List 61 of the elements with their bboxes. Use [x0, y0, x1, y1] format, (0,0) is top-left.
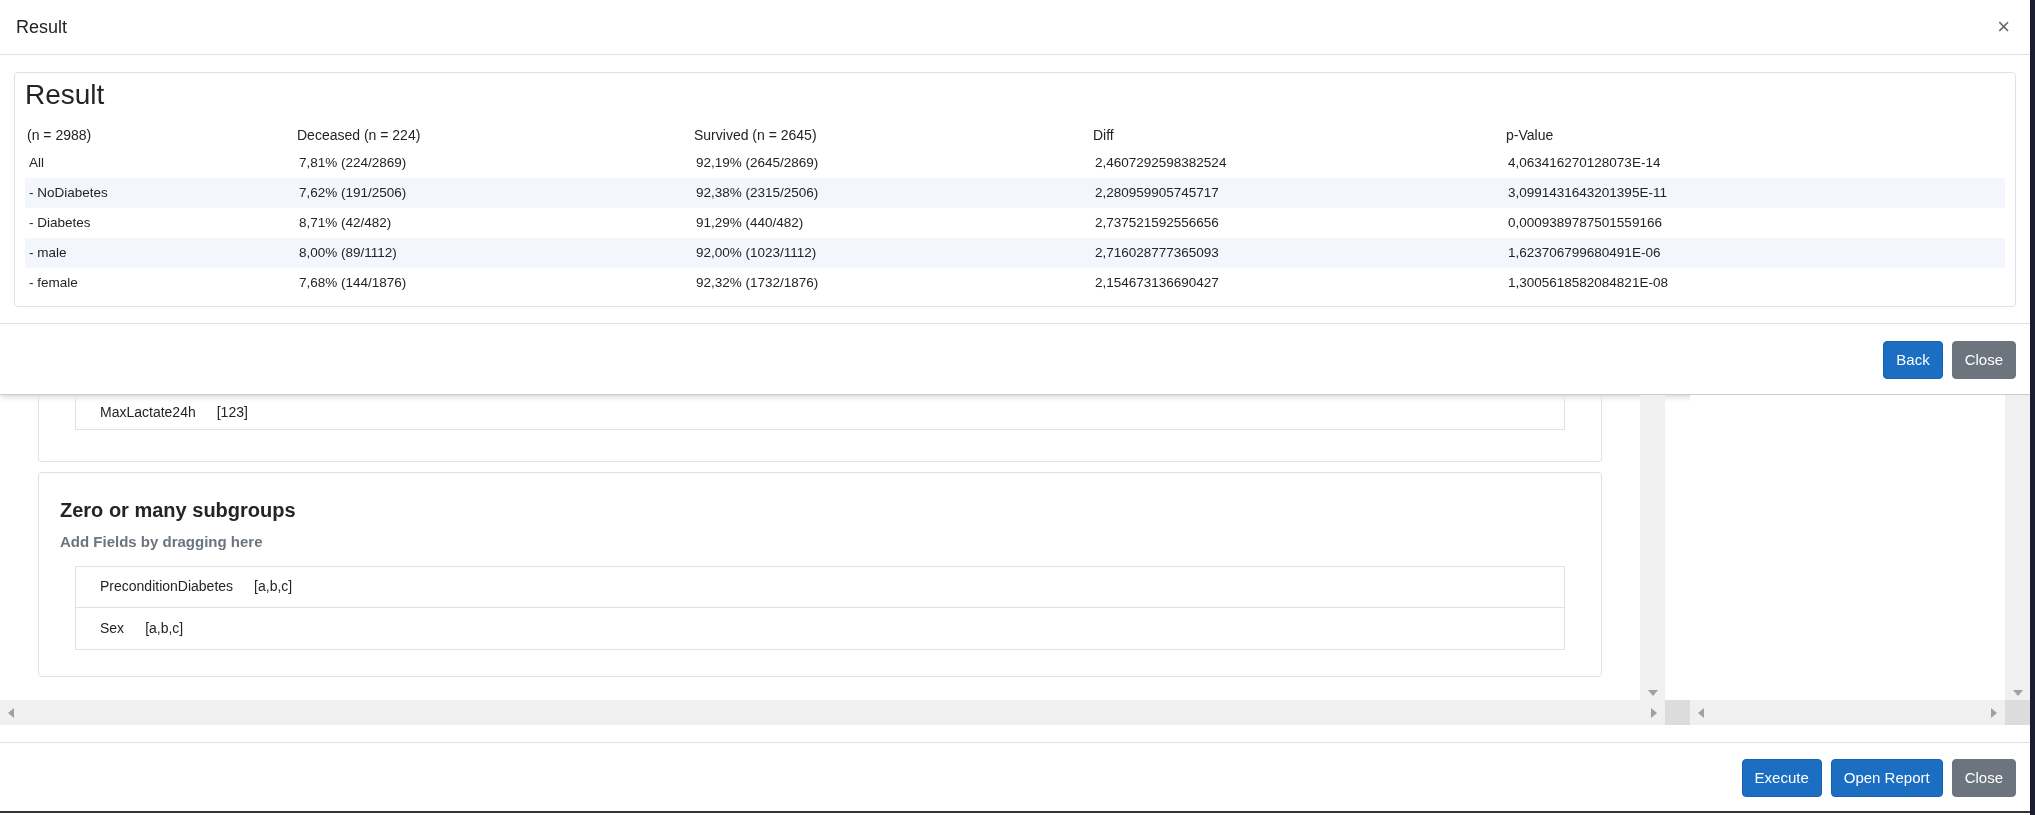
table-cell-text: 91,29% (440/482) [695, 213, 805, 232]
table-cell-text: 92,32% (1732/1876) [695, 273, 820, 292]
column-header: Survived (n = 2645) [693, 125, 818, 145]
table-cell-text: 2,4607292598382524 [1094, 153, 1228, 172]
field-type: [123] [216, 402, 248, 422]
table-cell-text: 0,0009389787501559166 [1507, 213, 1663, 232]
scroll-right-icon[interactable] [1991, 707, 1997, 718]
scrollbar-corner [2005, 700, 2030, 725]
column-header: Deceased (n = 224) [296, 125, 422, 145]
column-header: p-Value [1505, 125, 1555, 145]
action-button[interactable]: Open Report [1830, 759, 1943, 797]
horizontal-scrollbar[interactable] [1690, 700, 2005, 725]
field-item[interactable]: PreconditionDiabetes [a,b,c] [75, 565, 1565, 608]
result-heading: Result [25, 78, 106, 112]
table-cell-text: - Diabetes [28, 213, 92, 232]
table-cell-text: 8,71% (42/482) [298, 213, 393, 232]
scroll-down-icon[interactable] [1647, 690, 1658, 696]
scroll-left-icon[interactable] [1698, 707, 1704, 718]
table-cell-text: 1,623706799680491E-06 [1507, 243, 1662, 262]
table-cell-text: 2,280959905745717 [1094, 183, 1220, 202]
vertical-scrollbar[interactable] [2005, 395, 2030, 700]
field-type: [a,b,c] [254, 577, 293, 596]
field-name: MaxLactate24h [100, 402, 196, 422]
table-cell-text: 92,38% (2315/2506) [695, 183, 820, 202]
scroll-right-icon[interactable] [1651, 707, 1657, 718]
field-name: Sex [100, 618, 125, 638]
horizontal-scrollbar[interactable] [0, 700, 1665, 725]
table-cell-text: 92,00% (1023/1112) [695, 243, 818, 262]
table-cell-text: 2,716028777365093 [1094, 243, 1220, 262]
table-cell-text: - female [28, 273, 79, 292]
column-header: (n = 2988) [26, 125, 93, 145]
table-cell-text: 4,063416270128073E-14 [1507, 153, 1662, 172]
close-button[interactable]: × [1993, 16, 2014, 38]
section-title: Zero or many subgroups [60, 498, 297, 523]
table-cell-text: 1,3005618582084821E-08 [1507, 273, 1669, 292]
table-cell-text: 7,62% (191/2506) [298, 183, 408, 202]
table-cell-text: All [28, 153, 45, 172]
scrollbar-corner [1665, 700, 1690, 725]
table-cell-text: - male [28, 243, 68, 262]
scroll-left-icon[interactable] [8, 707, 14, 718]
action-button[interactable]: Execute [1741, 759, 1822, 797]
table-cell-text: 92,19% (2645/2869) [695, 153, 820, 172]
field-item[interactable]: MaxLactate24h [123] [75, 395, 1565, 430]
hint-text: Add Fields by dragging here [60, 532, 264, 552]
field-name: PreconditionDiabetes [100, 577, 234, 596]
dialog-title: Result [16, 15, 68, 39]
field-item[interactable]: Sex [a,b,c] [75, 607, 1565, 650]
table-cell-text: - NoDiabetes [28, 183, 109, 202]
action-button[interactable]: Close [1951, 759, 2016, 797]
table-cell-text: 8,00% (89/1112) [298, 243, 398, 262]
table-cell-text: 7,81% (224/2869) [298, 153, 408, 172]
table-cell-text: 3,0991431643201395E-11 [1507, 183, 1668, 202]
action-button[interactable]: Back [1883, 341, 1943, 379]
table-cell-text: 2,737521592556656 [1094, 213, 1220, 232]
action-button[interactable]: Close [1951, 341, 2016, 379]
column-header: Diff [1092, 125, 1115, 145]
table-cell-text: 7,68% (144/1876) [298, 273, 408, 292]
vertical-scrollbar[interactable] [1640, 395, 1665, 700]
scroll-down-icon[interactable] [2012, 690, 2023, 696]
table-cell-text: 2,154673136690427 [1094, 273, 1220, 292]
field-type: [a,b,c] [145, 618, 184, 638]
